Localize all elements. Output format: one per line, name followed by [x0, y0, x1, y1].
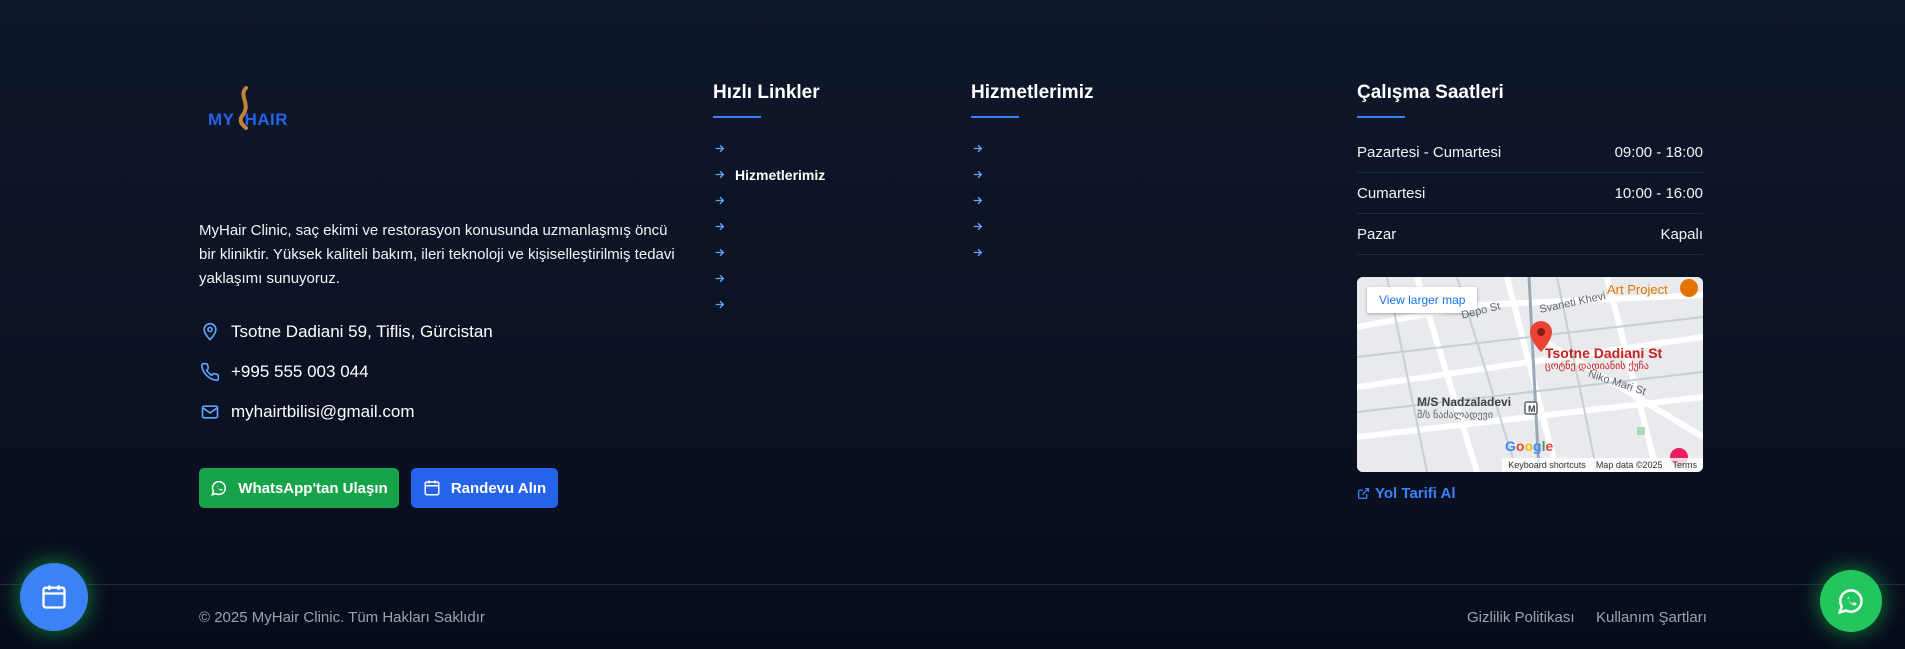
quick-link[interactable] [713, 139, 735, 159]
appointment-button[interactable]: Randevu Alın [411, 468, 558, 508]
services-title: Hizmetlerimiz [971, 82, 1094, 103]
external-link-icon [1357, 487, 1370, 500]
hours-row: Cumartesi 10:00 - 16:00 [1357, 173, 1703, 214]
service-link[interactable] [971, 139, 993, 159]
whatsapp-icon [1837, 589, 1863, 615]
map-terms-link[interactable]: Terms [1673, 460, 1698, 470]
service-link[interactable] [971, 217, 993, 237]
map-metro-label-local: მ/ს ნაძალადევი [1417, 410, 1493, 421]
hours-underline [1357, 116, 1405, 118]
location-map[interactable]: M View larger map Art Project Svaneti Kh… [1357, 277, 1703, 472]
copyright-text: © 2025 MyHair Clinic. Tüm Hakları Saklıd… [199, 609, 485, 626]
arrow-right-icon [713, 220, 727, 234]
quick-links-underline [713, 116, 761, 118]
arrow-right-icon [713, 246, 727, 260]
hours-row: Pazar Kapalı [1357, 214, 1703, 255]
logo-text-hair: HAIR [244, 110, 289, 129]
calendar-icon [42, 585, 66, 609]
calendar-icon [423, 479, 441, 497]
arrow-right-icon [971, 194, 985, 208]
map-place-name: Tsotne Dadiani St [1545, 345, 1663, 361]
about-text: MyHair Clinic, saç ekimi ve restorasyon … [199, 222, 675, 287]
quick-link[interactable] [713, 269, 735, 289]
arrow-right-icon [971, 220, 985, 234]
arrow-right-icon [713, 272, 727, 286]
directions-label: Yol Tarifi Al [1375, 485, 1456, 502]
hours-day: Cumartesi [1357, 184, 1426, 202]
address-text: Tsotne Dadiani 59, Tiflis, Gürcistan [231, 322, 493, 341]
quick-link[interactable] [713, 217, 735, 237]
email-text[interactable]: myhairtbilisi@gmail.com [231, 402, 415, 422]
hours-row: Pazartesi - Cumartesi 09:00 - 18:00 [1357, 132, 1703, 173]
hours-day: Pazartesi - Cumartesi [1357, 143, 1502, 161]
hours-title: Çalışma Saatleri [1357, 82, 1504, 103]
quick-link[interactable] [713, 243, 735, 263]
map-art-project-label: Art Project [1607, 282, 1668, 297]
hours-day: Pazar [1357, 225, 1397, 243]
map-data-text: Map data ©2025 [1595, 460, 1663, 470]
site-footer: MY HAIR MyHair Clinic, saç ekimi ve resto… [0, 0, 1905, 584]
quick-links-title: Hızlı Linkler [713, 82, 820, 103]
hours-time: 10:00 - 16:00 [1614, 184, 1703, 202]
map-place-name-local: ცოტნე დადიანის ქუჩა [1545, 361, 1649, 372]
service-link[interactable] [971, 243, 993, 263]
arrow-right-icon [971, 142, 985, 156]
privacy-policy-link[interactable]: Gizlilik Politikası [1467, 609, 1575, 626]
quick-link[interactable]: Hizmetlerimiz [713, 165, 825, 185]
phone-text[interactable]: +995 555 003 044 [231, 362, 369, 382]
quick-link[interactable] [713, 295, 735, 315]
mail-icon [199, 401, 221, 423]
whatsapp-icon [210, 479, 228, 497]
quick-link[interactable] [713, 191, 735, 211]
contact-address: Tsotne Dadiani 59, Tiflis, Gürcistan [199, 320, 493, 344]
quick-link-label: Hizmetlerimiz [735, 167, 826, 183]
footer-divider [0, 584, 1905, 585]
arrow-right-icon [971, 246, 985, 260]
arrow-right-icon [713, 142, 727, 156]
terms-of-use-link[interactable]: Kullanım Şartları [1596, 609, 1707, 626]
contact-email[interactable]: myhairtbilisi@gmail.com [199, 400, 415, 424]
arrow-right-icon [713, 194, 727, 208]
floating-appointment-button[interactable] [20, 563, 88, 631]
floating-whatsapp-button[interactable] [1820, 570, 1882, 632]
google-logo: Google [1505, 438, 1554, 454]
whatsapp-button-label: WhatsApp'tan Ulaşın [238, 479, 388, 497]
phone-icon [199, 361, 221, 383]
services-underline [971, 116, 1019, 118]
service-link[interactable] [971, 191, 993, 211]
service-link[interactable] [971, 165, 993, 185]
hours-time: Kapalı [1660, 225, 1703, 243]
map-attribution: Keyboard shortcuts Map data ©2025 Terms [1502, 458, 1703, 472]
svg-text:M: M [1528, 404, 1536, 414]
keyboard-shortcuts-link[interactable]: Keyboard shortcuts [1508, 460, 1586, 470]
directions-link[interactable]: Yol Tarifi Al [1357, 485, 1456, 502]
whatsapp-button[interactable]: WhatsApp'tan Ulaşın [199, 468, 399, 508]
map-metro-label: M/S Nadzaladevi [1417, 395, 1512, 409]
arrow-right-icon [713, 168, 727, 182]
map-pin-icon [199, 321, 221, 343]
logo-text-my: MY [208, 110, 235, 129]
arrow-right-icon [713, 298, 727, 312]
arrow-right-icon [971, 168, 985, 182]
contact-phone[interactable]: +995 555 003 044 [199, 360, 369, 384]
site-logo[interactable]: MY HAIR [206, 86, 296, 136]
hours-time: 09:00 - 18:00 [1614, 143, 1703, 161]
appointment-button-label: Randevu Alın [450, 479, 547, 497]
